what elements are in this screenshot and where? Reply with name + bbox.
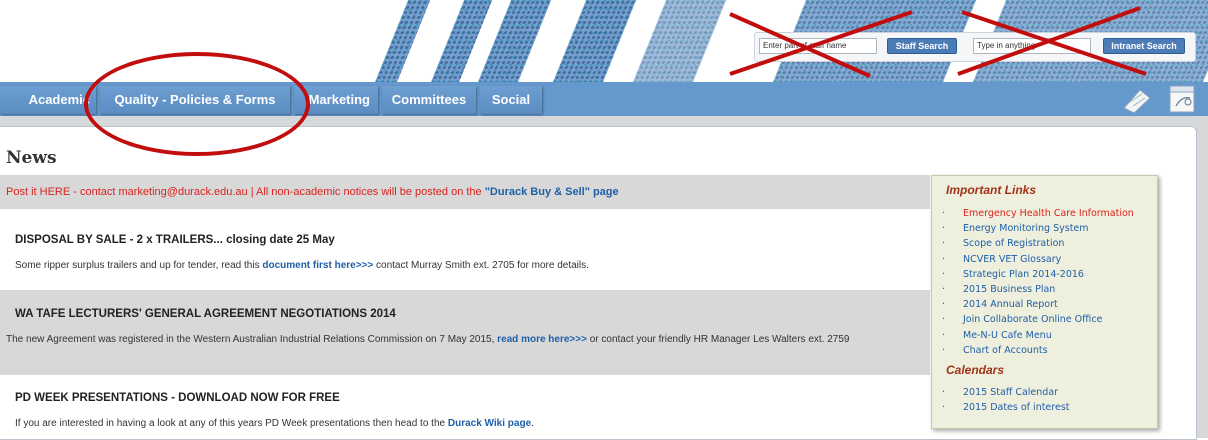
nav-tab-academic[interactable]: Academic [0, 86, 96, 114]
news-item-title: WA TAFE LECTURERS' GENERAL AGREEMENT NEG… [15, 308, 396, 320]
link-item[interactable]: · 2015 Staff Calendar [942, 385, 1070, 400]
news-item-text: The new Agreement was registered in the … [6, 334, 498, 345]
news-item-text: If you are interested in having a look a… [15, 418, 448, 429]
document-link[interactable]: document first here>>> [262, 260, 373, 271]
durack-wiki-link[interactable]: Durack Wiki page [448, 418, 531, 429]
notice-bar: Post it HERE - contact marketing@durack.… [0, 175, 930, 209]
nav-tab-committees[interactable]: Committees [382, 86, 476, 114]
news-item-title: DISPOSAL BY SALE - 2 x TRAILERS... closi… [15, 234, 335, 246]
buy-sell-link[interactable]: "Durack Buy & Sell" page [485, 186, 619, 198]
cross-out-mark [957, 6, 1147, 76]
banner-stripe [625, 0, 735, 82]
link-item[interactable]: · Strategic Plan 2014-2016 [942, 267, 1134, 282]
important-links-heading: Important Links [946, 183, 1037, 197]
calendar-links-list: · 2015 Staff Calendar · 2015 Dates of inte… [942, 385, 1070, 415]
link-item[interactable]: · Emergency Health Care Information [942, 206, 1134, 221]
important-links-box: Important Links · Emergency Health Care I… [931, 175, 1158, 429]
news-item-text: or contact your friendly HR Manager Les … [586, 334, 850, 345]
news-heading: News [6, 148, 57, 168]
link-item[interactable]: · Scope of Registration [942, 236, 1134, 251]
notepad-icon[interactable] [1120, 86, 1152, 114]
news-item-text: . [531, 418, 534, 429]
link-item[interactable]: · Chart of Accounts [942, 343, 1134, 358]
calendar-icon[interactable] [1168, 84, 1196, 114]
banner-stripe [367, 0, 439, 82]
news-item-text: Some ripper surplus trailers and up for … [15, 260, 263, 271]
calendars-heading: Calendars [946, 363, 1005, 377]
highlight-circle-annotation [84, 52, 310, 156]
link-item[interactable]: · 2015 Business Plan [942, 282, 1134, 297]
cross-out-mark [729, 10, 913, 78]
news-item-text: contact Murray Smith ext. 2705 for more … [373, 260, 589, 271]
read-more-link[interactable]: read more here>>> [497, 334, 587, 345]
important-links-list: · Emergency Health Care Information · Ener… [942, 206, 1134, 358]
link-item[interactable]: · Join Collaborate Online Office [942, 312, 1134, 327]
link-item[interactable]: · 2014 Annual Report [942, 297, 1134, 312]
link-item[interactable]: · 2015 Dates of interest [942, 400, 1070, 415]
link-item[interactable]: · NCVER VET Glossary [942, 252, 1134, 267]
link-item[interactable]: · Energy Monitoring System [942, 221, 1134, 236]
notice-text: Post it HERE - contact marketing@durack.… [6, 186, 482, 198]
news-item-title: PD WEEK PRESENTATIONS - DOWNLOAD NOW FOR… [15, 392, 340, 404]
news-item-body: Some ripper surplus trailers and up for … [15, 259, 925, 272]
link-item[interactable]: · Me-N-U Cafe Menu [942, 328, 1134, 343]
banner-stripe [545, 0, 645, 82]
news-item-body: The new Agreement was registered in the … [6, 333, 926, 346]
nav-tab-social[interactable]: Social [480, 86, 542, 114]
news-item-body: If you are interested in having a look a… [15, 417, 925, 430]
